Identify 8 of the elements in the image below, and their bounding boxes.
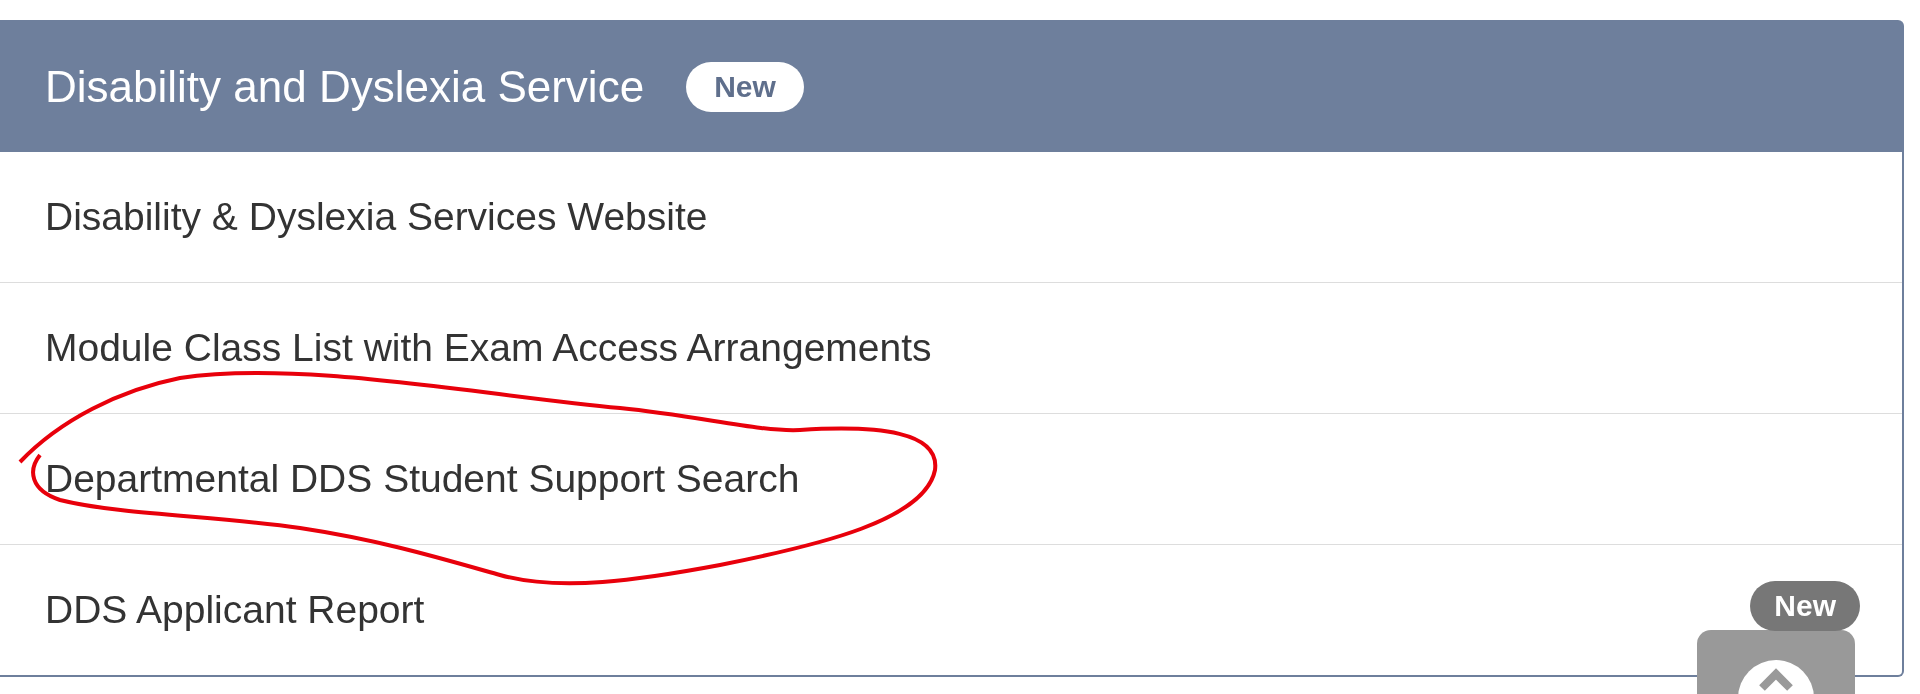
panel-link[interactable]: Departmental DDS Student Support Search (0, 413, 1902, 544)
panel-link[interactable]: Disability & Dyslexia Services Website (0, 152, 1902, 282)
new-badge: New (686, 62, 804, 112)
panel-link[interactable]: Module Class List with Exam Access Arrangements (0, 282, 1902, 413)
chevron-up-icon (1736, 658, 1816, 694)
panel-title: Disability and Dyslexia Service (45, 62, 645, 112)
scroll-top-button[interactable] (1697, 630, 1855, 694)
new-badge: New (1750, 581, 1860, 631)
